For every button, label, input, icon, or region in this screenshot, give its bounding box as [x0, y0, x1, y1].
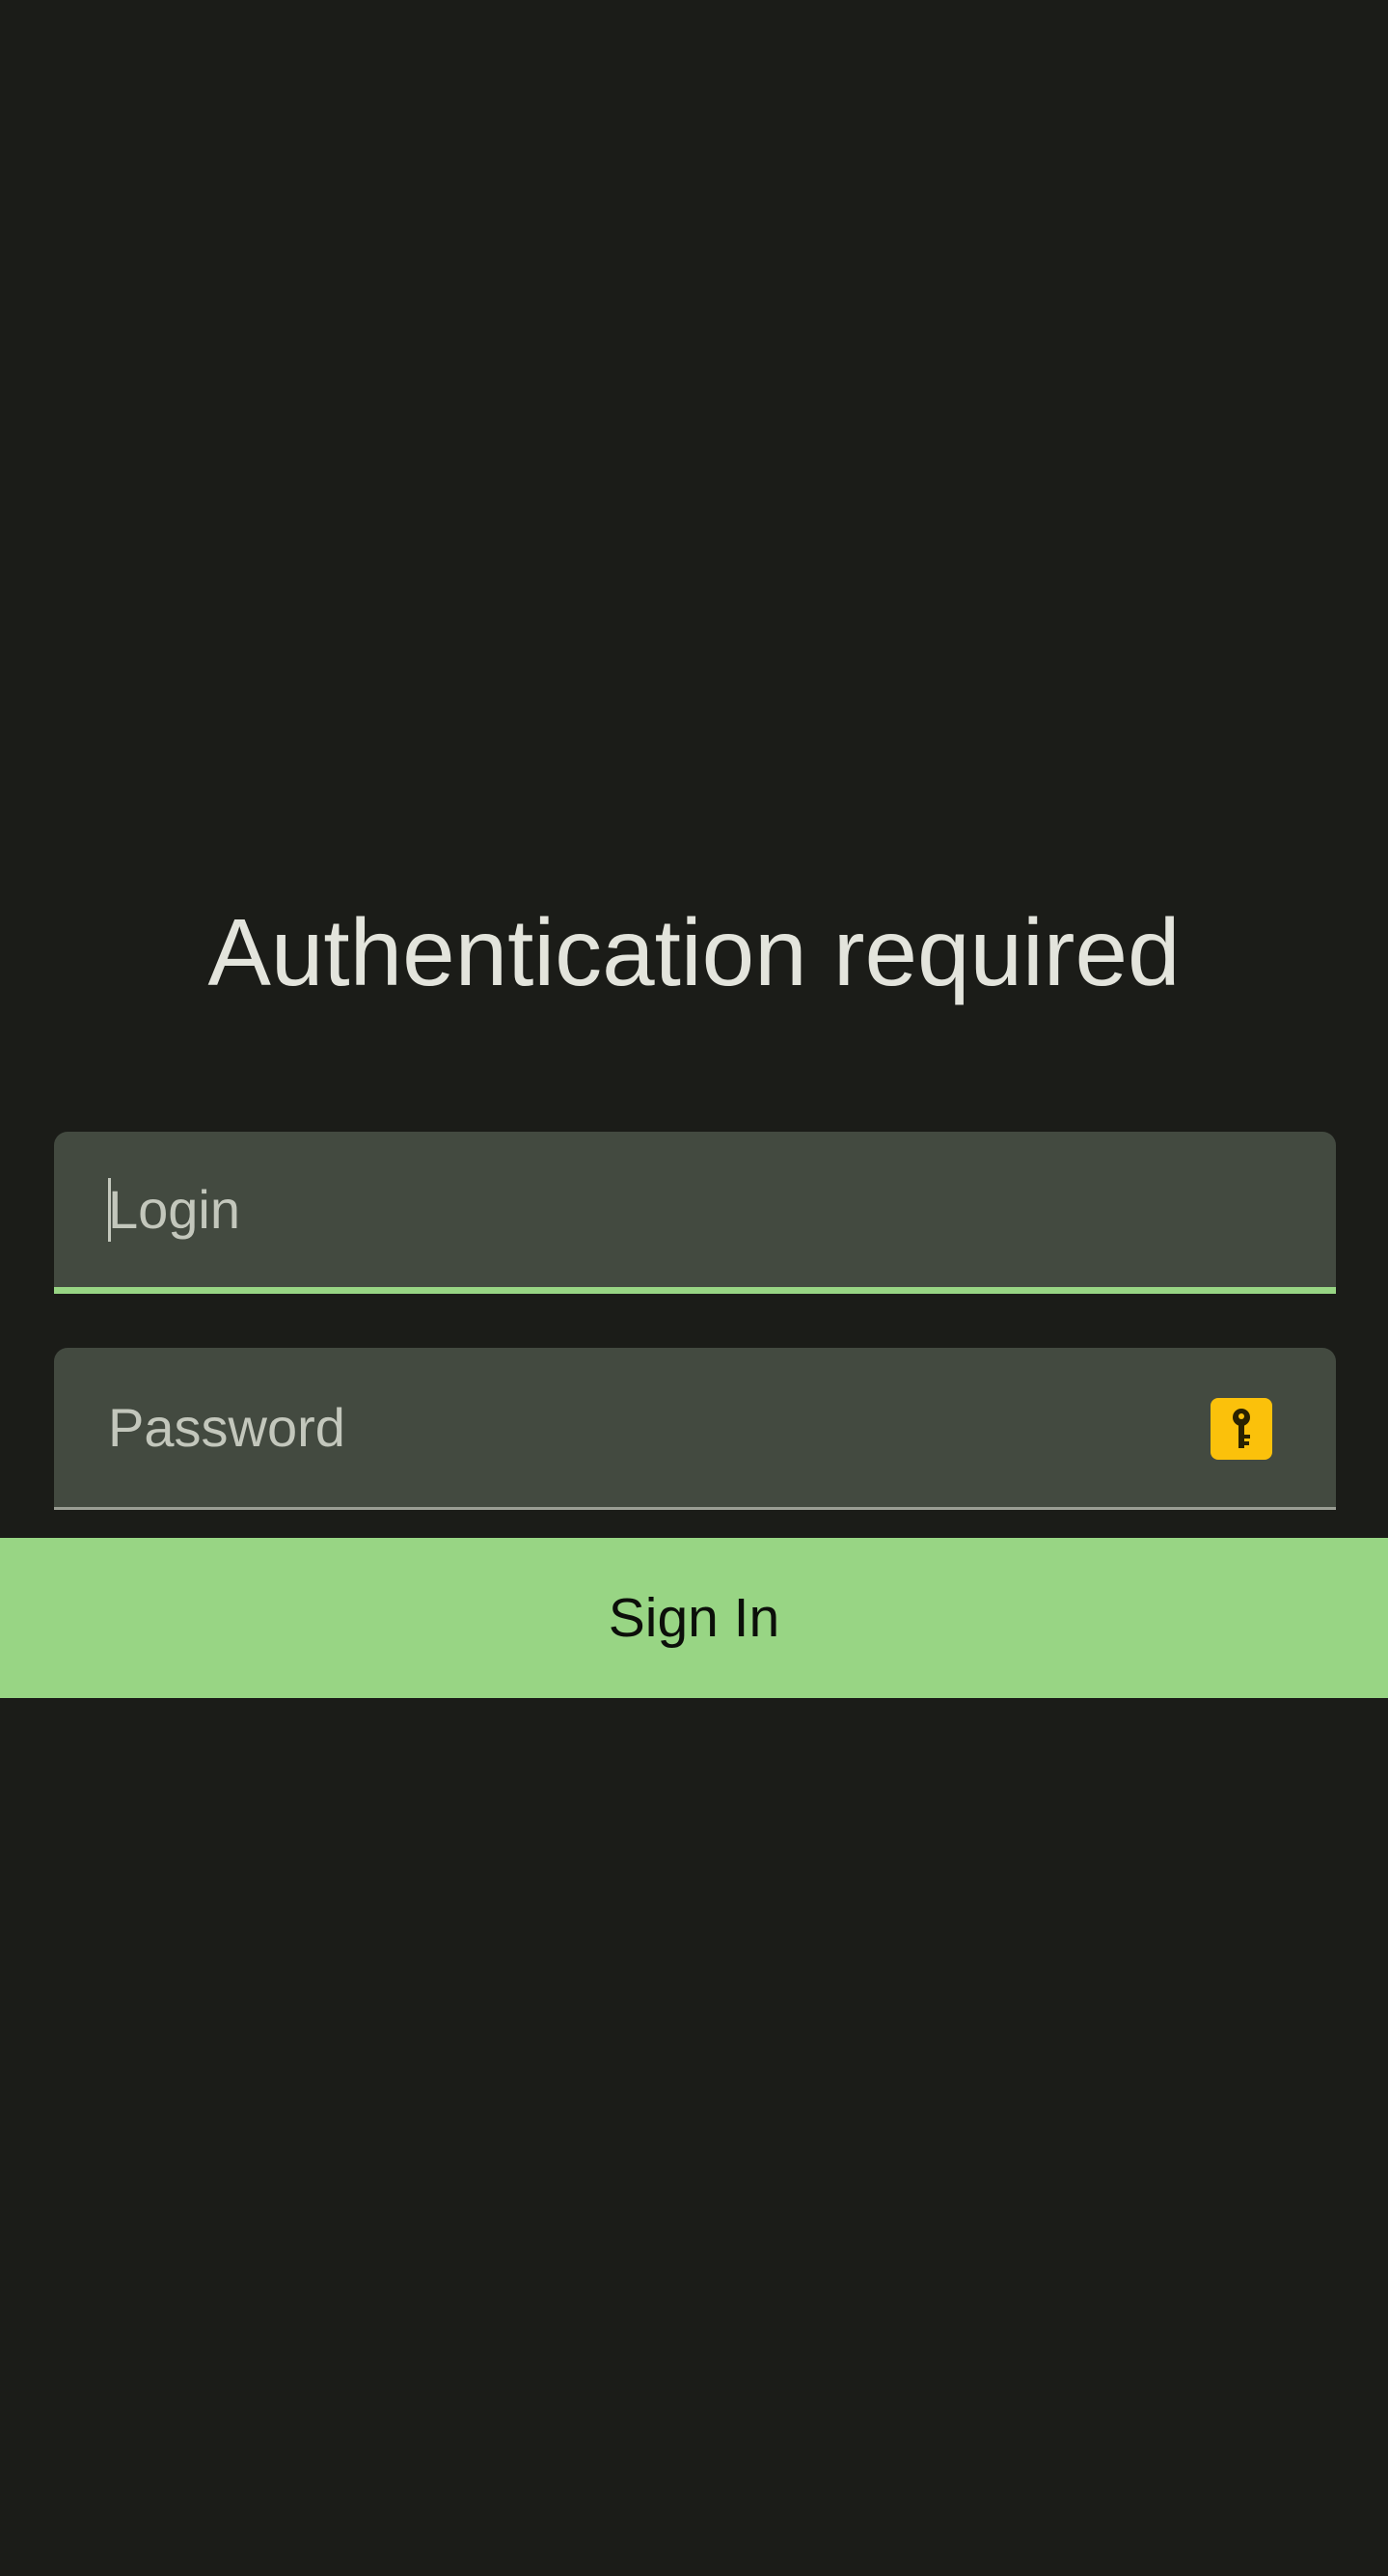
login-input[interactable]	[108, 1132, 1217, 1287]
password-input[interactable]	[108, 1348, 1217, 1507]
key-icon[interactable]	[1211, 1398, 1272, 1460]
login-field-container[interactable]	[54, 1132, 1336, 1294]
sign-in-button[interactable]: Sign In	[0, 1538, 1388, 1698]
key-glyph	[1233, 1409, 1250, 1448]
password-field-container[interactable]	[54, 1348, 1336, 1510]
page-title: Authentication required	[207, 899, 1181, 1005]
